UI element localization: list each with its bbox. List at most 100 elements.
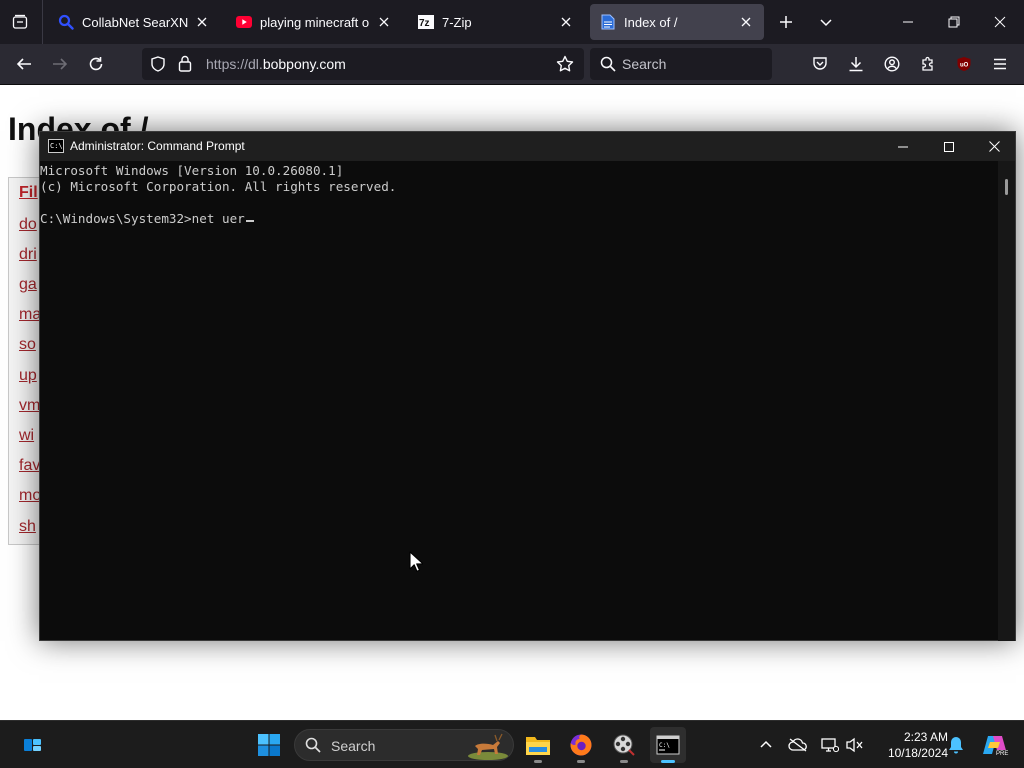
notifications-button[interactable] <box>946 735 966 755</box>
show-hidden-icons-button[interactable] <box>756 735 776 755</box>
close-tab-icon[interactable] <box>558 14 574 30</box>
cmd-scrollbar[interactable] <box>998 161 1015 641</box>
search-icon <box>600 56 616 77</box>
running-indicator <box>534 760 542 763</box>
taskbar-file-explorer[interactable] <box>520 727 556 763</box>
ublock-origin-button[interactable]: uO <box>952 52 976 76</box>
youtube-icon <box>236 14 252 30</box>
downloads-button[interactable] <box>844 52 868 76</box>
close-icon <box>994 16 1006 28</box>
taskbar-command-prompt[interactable]: C:\ <box>650 727 686 763</box>
download-icon <box>849 57 863 72</box>
file-link[interactable]: up <box>19 367 37 385</box>
tab-searxng[interactable]: CollabNet SearXNG <box>48 4 220 40</box>
film-reel-icon <box>613 734 635 756</box>
close-tab-icon[interactable] <box>376 14 392 30</box>
arrow-right-icon <box>53 58 68 70</box>
chevron-up-icon <box>760 740 772 748</box>
mouse-pointer-icon <box>409 551 423 572</box>
clock-time: 2:23 AM <box>903 730 948 744</box>
widgets-button[interactable] <box>14 727 50 763</box>
running-indicator <box>577 760 585 763</box>
windows-logo-icon <box>258 734 280 756</box>
cmd-maximize-button[interactable] <box>926 132 972 161</box>
close-tab-icon[interactable] <box>738 14 754 30</box>
active-indicator <box>661 760 675 763</box>
close-window-button[interactable] <box>988 10 1012 34</box>
file-link[interactable]: wi <box>19 427 34 445</box>
file-column-header[interactable]: Fil <box>19 184 38 202</box>
file-link[interactable]: dri <box>19 246 37 264</box>
minimize-icon <box>898 146 908 147</box>
onedrive-tray-button[interactable] <box>788 735 808 755</box>
reload-button[interactable] <box>84 52 108 76</box>
minimize-icon <box>903 21 913 23</box>
bell-icon <box>949 737 963 754</box>
start-button[interactable] <box>251 727 287 763</box>
tab-index-of[interactable]: Index of / <box>590 4 764 40</box>
taskbar-clock[interactable]: 2:23 AM 10/18/2024 <box>872 729 948 761</box>
new-tab-button[interactable] <box>774 10 798 34</box>
console-input-line[interactable]: C:\Windows\System32>net uer <box>40 211 1000 227</box>
account-button[interactable] <box>880 52 904 76</box>
cmd-minimize-button[interactable] <box>880 132 926 161</box>
forward-button[interactable] <box>48 52 72 76</box>
volume-muted-icon <box>846 737 863 753</box>
file-link[interactable]: sh <box>19 518 36 536</box>
scrollbar-thumb[interactable] <box>1005 179 1008 195</box>
tab-title: Index of / <box>624 14 678 30</box>
console-line: Microsoft Windows [Version 10.0.26080.1] <box>40 163 344 178</box>
search-icon <box>305 737 321 758</box>
volume-tray-button[interactable] <box>845 735 865 755</box>
file-link[interactable]: ga <box>19 276 37 294</box>
url-scheme: https://dl. <box>206 56 263 72</box>
close-tab-icon[interactable] <box>194 14 210 30</box>
arrow-left-icon <box>16 58 31 70</box>
file-link[interactable]: mo <box>19 487 41 505</box>
back-button[interactable] <box>12 52 36 76</box>
file-link[interactable]: vm <box>19 397 40 415</box>
plus-icon <box>780 16 792 28</box>
bookmark-star-icon[interactable] <box>556 55 574 78</box>
tab-youtube[interactable]: playing minecraft on w <box>226 4 402 40</box>
minimize-window-button[interactable] <box>896 10 920 34</box>
file-link[interactable]: ma <box>19 306 41 324</box>
maximize-icon <box>944 141 954 152</box>
terminal-icon: C:\ <box>656 735 680 755</box>
tab-7zip[interactable]: 7z 7-Zip <box>408 4 584 40</box>
taskbar-media-app[interactable] <box>606 727 642 763</box>
tab-overview-button[interactable] <box>6 8 34 36</box>
browser-tab-bar: CollabNet SearXNG playing minecraft on w… <box>0 0 1024 44</box>
url-text[interactable]: https://dl.bobpony.com <box>206 56 346 72</box>
cmd-title-bar[interactable]: C:\ Administrator: Command Prompt <box>40 132 1015 161</box>
windows-taskbar: Search C:\ 2:23 AM 10/18/2024 PRE <box>0 720 1024 768</box>
hamburger-menu-icon <box>994 58 1006 70</box>
taskbar-search-box[interactable]: Search <box>294 729 514 761</box>
svg-text:7z: 7z <box>419 18 430 29</box>
restore-window-button[interactable] <box>942 10 966 34</box>
search-bar[interactable]: Search <box>590 48 772 80</box>
list-all-tabs-button[interactable] <box>814 10 838 34</box>
command-prompt-window[interactable]: C:\ Administrator: Command Prompt Micros… <box>39 131 1016 641</box>
taskbar-firefox[interactable] <box>563 727 599 763</box>
firefox-icon <box>570 734 592 756</box>
cmd-console-output[interactable]: Microsoft Windows [Version 10.0.26080.1]… <box>40 161 1000 641</box>
console-typed-command: net uer <box>191 211 245 226</box>
preview-badge: PRE <box>995 750 1010 758</box>
pocket-button[interactable] <box>808 52 832 76</box>
network-tray-button[interactable] <box>820 735 840 755</box>
file-link[interactable]: so <box>19 336 36 354</box>
console-line: (c) Microsoft Corporation. All rights re… <box>40 179 397 194</box>
file-link[interactable]: fav <box>19 457 40 475</box>
url-bar[interactable]: https://dl.bobpony.com <box>142 48 584 80</box>
app-menu-button[interactable] <box>988 52 1012 76</box>
extensions-button[interactable] <box>916 52 940 76</box>
svg-text:uO: uO <box>960 63 969 69</box>
cmd-close-button[interactable] <box>971 132 1017 161</box>
file-link[interactable]: do <box>19 216 37 234</box>
search-magnifier-icon <box>58 14 74 30</box>
console-prompt: C:\Windows\System32> <box>40 211 192 226</box>
tracking-protection-shield-icon[interactable] <box>150 56 166 77</box>
copilot-button[interactable]: PRE <box>982 735 1010 758</box>
lock-icon[interactable] <box>178 55 192 77</box>
